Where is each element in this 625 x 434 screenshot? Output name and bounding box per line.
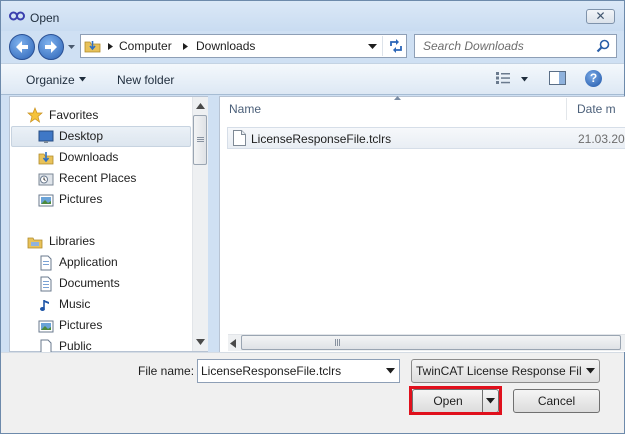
sidebar-item-music[interactable]: Music — [59, 294, 90, 315]
arrow-left-icon — [16, 41, 28, 53]
sidebar-item-recent-places[interactable]: Recent Places — [59, 168, 136, 189]
column-header-date-modified[interactable]: Date m — [577, 102, 616, 116]
file-name-cell[interactable]: LicenseResponseFile.tclrs — [251, 132, 391, 146]
sort-ascending-icon — [394, 96, 401, 100]
sidebar-item-application[interactable]: Application — [59, 252, 118, 273]
column-separator[interactable] — [566, 98, 567, 120]
title-bar[interactable] — [1, 1, 624, 31]
scroll-up-icon[interactable] — [196, 103, 205, 109]
file-type-dropdown-icon[interactable] — [586, 368, 595, 374]
recent-places-icon — [38, 173, 54, 186]
app-icon — [9, 11, 25, 21]
address-dropdown-icon[interactable] — [368, 43, 377, 50]
downloads-folder-icon — [84, 41, 101, 53]
arrow-right-icon — [45, 41, 57, 53]
forward-button[interactable] — [38, 34, 64, 60]
search-icon[interactable] — [596, 39, 610, 53]
recent-locations-dropdown-icon[interactable] — [67, 42, 76, 51]
breadcrumb-downloads[interactable]: Downloads — [196, 39, 255, 53]
file-date-cell: 21.03.20 — [578, 132, 625, 146]
open-button-highlight — [409, 386, 502, 415]
help-icon[interactable]: ? — [585, 70, 602, 87]
column-header-name[interactable]: Name — [229, 102, 261, 116]
scroll-down-icon[interactable] — [196, 339, 205, 345]
command-toolbar — [1, 63, 624, 95]
music-icon — [40, 300, 49, 311]
sidebar-item-public[interactable]: Public — [59, 336, 92, 351]
sidebar-item-pictures[interactable]: Pictures — [59, 189, 102, 210]
pictures-icon — [38, 194, 54, 207]
new-folder-button[interactable]: New folder — [117, 73, 174, 87]
search-placeholder[interactable]: Search Downloads — [423, 39, 524, 53]
breadcrumb-separator-icon[interactable] — [107, 42, 114, 51]
file-name-dropdown-icon[interactable] — [386, 368, 395, 374]
breadcrumb-separator-icon[interactable] — [182, 42, 189, 51]
document-icon — [40, 255, 52, 271]
favorites-header[interactable]: Favorites — [49, 105, 98, 126]
scroll-left-icon[interactable] — [230, 339, 236, 348]
libraries-header[interactable]: Libraries — [49, 231, 95, 252]
window-title: Open — [30, 11, 60, 25]
chevron-down-icon[interactable] — [79, 77, 86, 82]
horizontal-scrollbar-thumb[interactable] — [241, 335, 621, 350]
navigation-scrollbar-thumb[interactable] — [193, 115, 207, 165]
desktop-icon — [38, 130, 54, 143]
libraries-icon — [27, 237, 43, 249]
pictures-icon — [38, 320, 54, 333]
file-type-value[interactable]: TwinCAT License Response File — [416, 364, 582, 378]
change-view-icon[interactable] — [496, 72, 510, 84]
file-icon — [233, 130, 246, 146]
close-button[interactable]: ✕ — [586, 9, 615, 24]
cancel-button[interactable]: Cancel — [513, 389, 600, 413]
close-icon: ✕ — [595, 9, 606, 23]
documents-icon — [40, 276, 52, 292]
file-name-value[interactable]: LicenseResponseFile.tclrs — [201, 364, 341, 378]
sidebar-item-library-pictures[interactable]: Pictures — [59, 315, 102, 336]
back-button[interactable] — [9, 34, 35, 60]
sidebar-item-downloads[interactable]: Downloads — [59, 147, 118, 168]
organize-button[interactable]: Organize — [26, 73, 75, 87]
sidebar-item-desktop-label[interactable]: Desktop — [59, 126, 103, 147]
sidebar-item-documents[interactable]: Documents — [59, 273, 120, 294]
refresh-icon — [390, 39, 402, 53]
favorites-star-icon — [27, 107, 43, 123]
downloads-folder-icon — [38, 152, 54, 165]
view-options-chevron-icon[interactable] — [521, 77, 528, 82]
breadcrumb-computer[interactable]: Computer — [119, 39, 172, 53]
preview-pane-icon[interactable] — [549, 71, 566, 85]
file-name-label: File name: — [138, 364, 195, 378]
refresh-button[interactable] — [382, 36, 404, 56]
